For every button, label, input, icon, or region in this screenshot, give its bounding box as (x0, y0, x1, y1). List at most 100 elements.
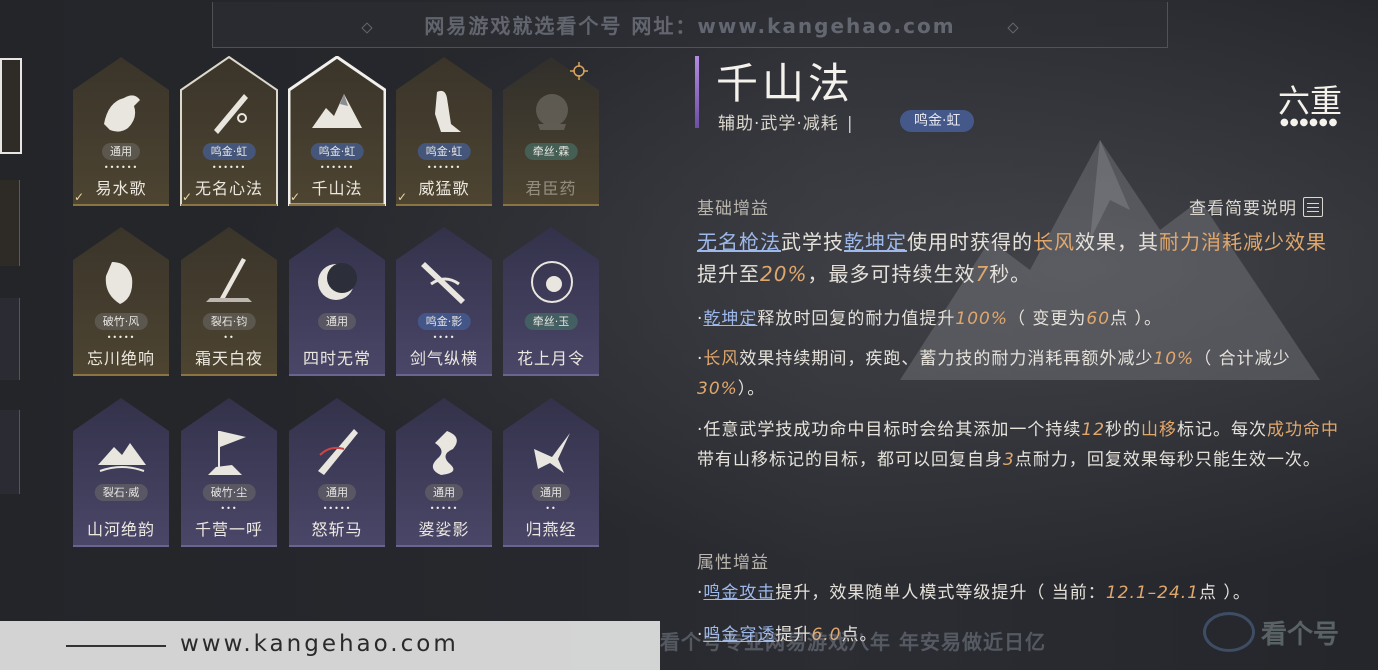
skill-rank: 六重 (1278, 82, 1343, 120)
title-accent-bar (695, 56, 699, 128)
text: 效果持续期间，疾跑、蓄力技的耐力消耗再额外减少 (739, 349, 1154, 369)
top-watermark-banner: 网易游戏就选看个号 网址：www.kangehao.com (212, 2, 1168, 48)
skill-name: 君臣药 (525, 179, 577, 198)
keyword-changfeng: 长风 (1033, 230, 1075, 254)
blade-icon (421, 262, 465, 304)
sword-icon (214, 94, 248, 134)
skill-school-pill: 鸣金·虹 (900, 110, 975, 132)
skill-card[interactable]: 破竹·尘 ••• 千营一呼 (180, 397, 278, 547)
text: 效果，其 (1075, 230, 1159, 254)
dragon-icon (432, 431, 457, 475)
text: 秒。 (989, 262, 1032, 286)
text: （ 变更为 (1008, 309, 1087, 329)
skill-name: 山河绝韵 (86, 520, 155, 539)
bottom-url-bar: www.kangehao.com (0, 621, 660, 670)
school-tag: 通用 (532, 484, 570, 501)
skill-card[interactable]: 裂石·威 山河绝韵 (72, 397, 170, 547)
bottom-watermark-text: 看个号专业网易游戏八年 年安易做近日亿 (660, 629, 1046, 654)
flower-icon (531, 261, 573, 303)
partial-card[interactable] (0, 180, 20, 266)
text: 标记。每次 (1177, 420, 1268, 440)
skill-card[interactable]: 破竹·风 ••••• 忘川绝响 (72, 226, 170, 376)
link-qiankunding[interactable]: 乾坤定 (844, 230, 907, 254)
skill-card[interactable]: 通用 ••••• 怒斩马 (288, 397, 386, 547)
value: 100% (955, 309, 1009, 329)
link-mingjin-attack[interactable]: 鸣金攻击 (703, 583, 775, 603)
skill-name: 威猛歌 (418, 179, 470, 198)
basic-effect-paragraph: 无名枪法武学技乾坤定使用时获得的长风效果，其耐力消耗减少效果提升至20%，最多可… (697, 226, 1347, 290)
text: 提升至 (697, 262, 760, 286)
rank-dots: ••••• (322, 504, 352, 513)
skill-title: 千山法 (716, 59, 855, 108)
help-button[interactable]: 查看简要说明 (1189, 194, 1323, 219)
skill-name: 忘川绝响 (86, 349, 155, 368)
rank-dots: •••••• (319, 163, 355, 172)
swallow-icon (534, 433, 570, 473)
school-tag: 牵丝·霖 (524, 143, 578, 160)
brand-text: 看个号 (1261, 619, 1340, 650)
skill-card[interactable]: 牵丝·霖 君臣药 (502, 56, 600, 206)
ornament-icon (361, 22, 373, 34)
text: 使用时获得的 (907, 230, 1033, 254)
brand-logo-icon (1203, 612, 1255, 652)
keyword-hit: 成功命中 (1267, 420, 1340, 440)
keyword-shanyi: 山移 (1141, 420, 1178, 440)
school-tag: 通用 (102, 143, 140, 160)
text: 点 ）。 (1199, 583, 1251, 603)
spear-icon (206, 258, 252, 302)
cloud-icon (98, 443, 146, 472)
skill-subtitle: 辅助·武学·减耗 | (718, 109, 862, 134)
moon-icon (318, 263, 357, 300)
school-tag: 鸣金·影 (417, 313, 471, 330)
rank-dots: •••••• (103, 163, 139, 172)
skill-card[interactable]: 通用 •• 归燕经 (502, 397, 600, 547)
partial-card-selected[interactable] (0, 58, 22, 154)
skill-name: 四时无常 (302, 349, 371, 368)
effect-line-1: ·乾坤定释放时回复的耐力值提升100%（ 变更为60点 ）。 (697, 304, 1347, 334)
subtitle-separator: | (846, 114, 854, 134)
link-wuming-qiangfa[interactable]: 无名枪法 (697, 230, 781, 254)
text: 点 ）。 (1110, 309, 1162, 329)
text: 武学技 (781, 230, 844, 254)
rank-dots: ●●●●●● (1280, 117, 1339, 128)
value: 7 (975, 262, 990, 286)
divider-line (66, 645, 166, 647)
skill-name: 花上月令 (516, 349, 585, 368)
skill-card[interactable]: 裂石·钧 •• 霜天白夜 (180, 226, 278, 376)
skill-card[interactable]: 鸣金·虹 •••••• 无名心法 ✓ (180, 56, 278, 206)
rank-dots: •••• (432, 333, 456, 342)
skill-category: 辅助·武学·减耗 (718, 114, 839, 134)
skill-name: 霜天白夜 (194, 349, 263, 368)
skill-card[interactable]: 鸣金·影 •••• 剑气纵横 (395, 226, 493, 376)
horse-icon (104, 95, 140, 132)
skill-card[interactable]: 通用 •••••• 易水歌 ✓ (72, 56, 170, 206)
skill-card[interactable]: 通用 四时无常 (288, 226, 386, 376)
hand-icon (435, 90, 461, 132)
school-tag: 破竹·风 (94, 313, 148, 330)
list-icon (1303, 196, 1323, 217)
rank-dots: ••••• (429, 504, 459, 513)
skill-card[interactable]: 鸣金·虹 •••••• 千山法 ✓ (288, 56, 386, 206)
skill-card[interactable]: 牵丝·玉 花上月令 (502, 226, 600, 376)
value: 3 (1003, 450, 1015, 470)
text: 提升，效果随单人模式等级提升（ 当前： (775, 583, 1106, 603)
check-icon: ✓ (182, 190, 193, 204)
skill-card[interactable]: 鸣金·虹 •••••• 威猛歌 ✓ (395, 56, 493, 206)
school-tag: 通用 (318, 313, 356, 330)
effect-line-3: ·任意武学技成功命中目标时会给其添加一个持续12秒的山移标记。每次成功命中带有山… (697, 415, 1347, 475)
partial-card[interactable] (0, 410, 20, 494)
text: ·任意武学技成功命中目标时会给其添加一个持续 (697, 420, 1082, 440)
school-tag: 鸣金·虹 (202, 143, 256, 160)
help-label: 查看简要说明 (1189, 199, 1297, 219)
partial-card[interactable] (0, 298, 20, 380)
skill-name: 易水歌 (95, 179, 147, 198)
herb-icon (536, 94, 568, 130)
text: ）。 (737, 379, 766, 399)
top-watermark-text: 网易游戏就选看个号 网址：www.kangehao.com (424, 14, 956, 38)
link-qiankunding[interactable]: 乾坤定 (703, 309, 757, 329)
keyword-reduction: 耐力消耗减少效果 (1159, 230, 1327, 254)
ornament-icon (1007, 22, 1019, 34)
text: 点耐力，回复效果每秒只能生效一次。 (1014, 450, 1321, 470)
school-tag: 破竹·尘 (202, 484, 256, 501)
skill-card[interactable]: 通用 ••••• 婆娑影 (395, 397, 493, 547)
